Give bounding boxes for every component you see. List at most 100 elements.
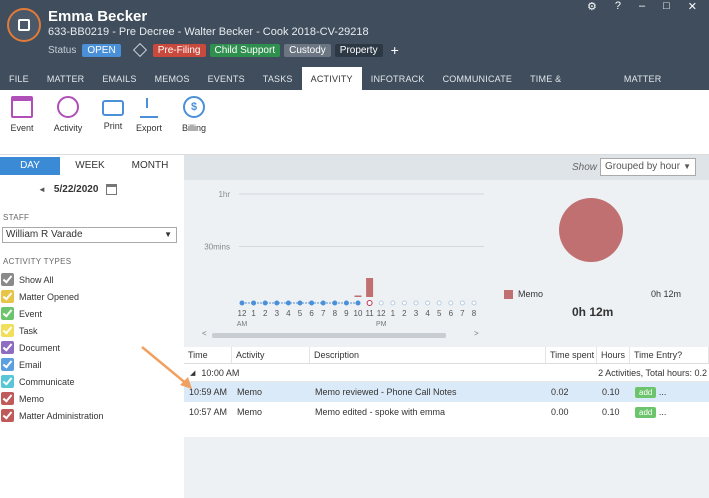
x-tick-label: 1 bbox=[251, 309, 256, 318]
help-icon[interactable]: ? bbox=[615, 0, 621, 13]
tab-matter[interactable]: MATTER bbox=[38, 67, 94, 90]
row-hours: 0.10 bbox=[602, 387, 620, 397]
add-time-entry-button[interactable]: add bbox=[635, 387, 657, 398]
staff-select[interactable]: William R Varade ▼ bbox=[2, 227, 177, 243]
scrollbar-thumb[interactable] bbox=[212, 333, 446, 338]
staff-value: William R Varade bbox=[6, 229, 83, 240]
row-more[interactable]: ... bbox=[659, 387, 667, 397]
grouping-select[interactable]: Grouped by hour ▼ bbox=[600, 158, 696, 176]
total-time: 0h 12m bbox=[572, 305, 614, 319]
tab-time-expenses[interactable]: TIME & EXPENSES bbox=[521, 67, 615, 108]
tag-child-support[interactable]: Child Support bbox=[209, 43, 281, 57]
prev-date-icon[interactable]: ◄ bbox=[38, 185, 46, 194]
timeline-dot bbox=[471, 300, 477, 306]
timeline-dot bbox=[436, 300, 442, 306]
status-badge[interactable]: OPEN bbox=[82, 43, 121, 57]
matter-logo-icon bbox=[7, 8, 41, 42]
table-row[interactable]: 10:57 AM Memo Memo edited - spoke with e… bbox=[184, 402, 709, 422]
legend-swatch-memo bbox=[504, 289, 513, 299]
scroll-left-icon[interactable]: < bbox=[202, 329, 207, 338]
tab-activity[interactable]: ACTIVITY bbox=[301, 67, 362, 90]
group-row[interactable]: ◢ 10:00 AM 2 Activities, Total hours: 0.… bbox=[184, 364, 709, 382]
export-button[interactable]: Export bbox=[129, 96, 169, 133]
type-email[interactable]: Email bbox=[1, 356, 104, 373]
current-date[interactable]: 5/22/2020 bbox=[54, 184, 99, 195]
tag-pre-filing[interactable]: Pre-Filing bbox=[152, 43, 206, 57]
checkbox-icon[interactable] bbox=[1, 358, 14, 371]
row-time-spent: 0.02 bbox=[551, 387, 569, 397]
period-week[interactable]: WEEK bbox=[60, 157, 120, 175]
type-matter-opened[interactable]: Matter Opened bbox=[1, 288, 104, 305]
settings-icon[interactable]: ⚙ bbox=[587, 0, 597, 13]
hourly-activity-chart: 1hr30mins12AM1 2 3 4 5 6 7 8 9 10 11 12PM1 2 3 4 5 6 7 8 bbox=[204, 190, 484, 328]
checkbox-icon[interactable] bbox=[1, 307, 14, 320]
matter-tabs: FILE MATTER EMAILS MEMOS EVENTS TASKS AC… bbox=[0, 67, 709, 108]
x-sublabel: PM bbox=[376, 321, 387, 328]
col-time-spent[interactable]: Time spent bbox=[546, 347, 597, 363]
type-communicate[interactable]: Communicate bbox=[1, 373, 104, 390]
checkbox-icon[interactable] bbox=[1, 409, 14, 422]
col-description[interactable]: Description bbox=[310, 347, 546, 363]
new-activity-button[interactable]: Activity bbox=[48, 96, 88, 133]
x-sublabel: AM bbox=[237, 321, 248, 328]
chart-scrollbar[interactable]: < > bbox=[202, 329, 482, 338]
x-tick-label: 5 bbox=[437, 309, 442, 318]
tab-communicate[interactable]: COMMUNICATE bbox=[434, 67, 522, 90]
row-entry: add ... bbox=[630, 407, 709, 418]
col-activity[interactable]: Activity bbox=[232, 347, 310, 363]
row-more[interactable]: ... bbox=[659, 407, 667, 417]
type-task[interactable]: Task bbox=[1, 322, 104, 339]
period-month[interactable]: MONTH bbox=[120, 157, 180, 175]
period-day[interactable]: DAY bbox=[0, 157, 60, 175]
tab-matter-insights[interactable]: MATTER INSIGHTS bbox=[615, 67, 709, 108]
type-label: Document bbox=[19, 342, 61, 353]
calendar-picker-icon[interactable] bbox=[106, 184, 118, 195]
scroll-right-icon[interactable]: > bbox=[474, 329, 479, 338]
tag-custody[interactable]: Custody bbox=[284, 43, 331, 57]
x-tick-label: 10 bbox=[354, 309, 363, 318]
maximize-icon[interactable]: □ bbox=[663, 0, 670, 13]
add-tag-button[interactable]: + bbox=[391, 43, 399, 57]
checkbox-icon[interactable] bbox=[1, 290, 14, 303]
y-tick-label: 1hr bbox=[218, 190, 230, 199]
activity-label: Activity bbox=[53, 123, 83, 133]
print-button[interactable]: Print bbox=[93, 96, 133, 131]
type-matter-administration[interactable]: Matter Administration bbox=[1, 407, 104, 424]
y-tick-label: 30mins bbox=[204, 243, 230, 252]
type-document[interactable]: Document bbox=[1, 339, 104, 356]
checkbox-icon[interactable] bbox=[1, 324, 14, 337]
new-event-button[interactable]: Event bbox=[2, 96, 42, 133]
billing-button[interactable]: $ Billing bbox=[174, 96, 214, 133]
checkbox-icon[interactable] bbox=[1, 375, 14, 388]
type-event[interactable]: Event bbox=[1, 305, 104, 322]
table-row[interactable]: 10:59 AM Memo Memo reviewed - Phone Call… bbox=[184, 382, 709, 402]
close-icon[interactable]: ✕ bbox=[688, 0, 697, 13]
type-show-all[interactable]: Show All bbox=[1, 271, 104, 288]
bar-memo bbox=[354, 295, 362, 297]
activity-types-list: Show All Matter Opened Event Task Docume… bbox=[1, 271, 104, 424]
col-hours[interactable]: Hours bbox=[597, 347, 630, 363]
minimize-icon[interactable]: – bbox=[639, 0, 645, 13]
checkbox-icon[interactable] bbox=[1, 392, 14, 405]
chart-legend: Memo bbox=[504, 289, 543, 299]
show-label: Show bbox=[572, 162, 598, 173]
activity-main-panel: Show Grouped by hour ▼ 1hr 30mins 12 AM 1 2 3 4… bbox=[184, 155, 709, 498]
chevron-down-icon: ▼ bbox=[683, 162, 691, 171]
tab-tasks[interactable]: TASKS bbox=[254, 67, 302, 90]
col-time-entry[interactable]: Time Entry? bbox=[630, 347, 709, 363]
checkbox-icon[interactable] bbox=[1, 341, 14, 354]
tab-emails[interactable]: EMAILS bbox=[93, 67, 145, 90]
status-label: Status bbox=[48, 44, 77, 56]
x-tick-label: 2 bbox=[402, 309, 407, 318]
tab-events[interactable]: EVENTS bbox=[199, 67, 254, 90]
matter-title: 633-BB0219 - Pre Decree - Walter Becker … bbox=[48, 26, 369, 38]
tag-property[interactable]: Property bbox=[334, 43, 383, 57]
timeline-dot bbox=[459, 300, 465, 306]
add-time-entry-button[interactable]: add bbox=[635, 407, 657, 418]
status-row: Status OPEN Pre-Filing Child Support Cus… bbox=[48, 42, 399, 58]
type-memo[interactable]: Memo bbox=[1, 390, 104, 407]
tab-infotrack[interactable]: INFOTRACK bbox=[362, 67, 434, 90]
tab-memos[interactable]: MEMOS bbox=[146, 67, 199, 90]
tab-file[interactable]: FILE bbox=[0, 67, 38, 90]
checkbox-icon[interactable] bbox=[1, 273, 14, 286]
